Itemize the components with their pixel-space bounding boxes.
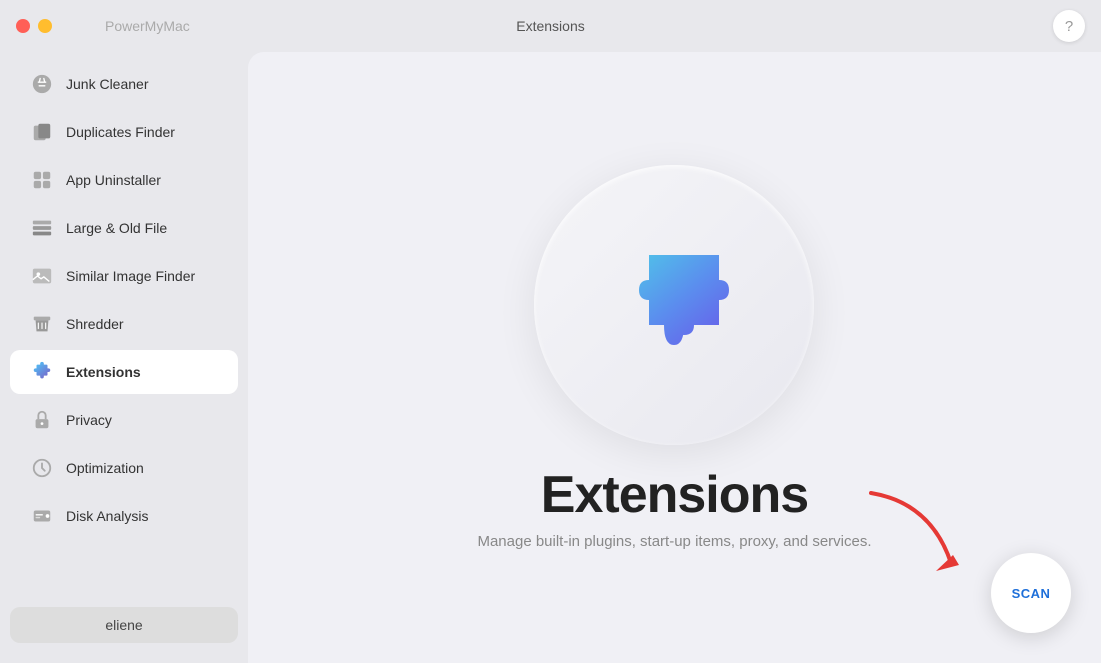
sidebar-item-privacy-label: Privacy xyxy=(66,412,112,428)
minimize-button[interactable] xyxy=(38,19,52,33)
sidebar-item-large-old-file[interactable]: Large & Old File xyxy=(10,206,238,250)
privacy-icon xyxy=(30,408,54,432)
page-title: Extensions xyxy=(541,465,808,525)
scan-button[interactable]: SCAN xyxy=(991,553,1071,633)
sidebar-item-junk-cleaner-label: Junk Cleaner xyxy=(66,76,149,92)
shredder-icon xyxy=(30,312,54,336)
traffic-lights xyxy=(16,19,52,33)
main-layout: Junk Cleaner Duplicates Finder App U xyxy=(0,52,1101,663)
header-title: Extensions xyxy=(516,18,584,34)
close-button[interactable] xyxy=(16,19,30,33)
user-button[interactable]: eliene xyxy=(10,607,238,643)
similar-image-finder-icon xyxy=(30,264,54,288)
app-name: PowerMyMac xyxy=(105,18,190,34)
sidebar: Junk Cleaner Duplicates Finder App U xyxy=(0,52,248,663)
duplicates-finder-icon xyxy=(30,120,54,144)
arrow-container xyxy=(851,483,971,583)
large-old-file-icon xyxy=(30,216,54,240)
sidebar-item-optimization-label: Optimization xyxy=(66,460,144,476)
titlebar: PowerMyMac Extensions ? xyxy=(0,0,1101,52)
sidebar-item-shredder[interactable]: Shredder xyxy=(10,302,238,346)
help-button[interactable]: ? xyxy=(1053,10,1085,42)
content-area: Extensions Manage built-in plugins, star… xyxy=(248,52,1101,663)
sidebar-item-large-old-file-label: Large & Old File xyxy=(66,220,167,236)
sidebar-item-extensions-label: Extensions xyxy=(66,364,141,380)
junk-cleaner-icon xyxy=(30,72,54,96)
optimization-icon xyxy=(30,456,54,480)
sidebar-item-similar-image-finder-label: Similar Image Finder xyxy=(66,268,195,284)
disk-analysis-icon xyxy=(30,504,54,528)
sidebar-item-duplicates-finder[interactable]: Duplicates Finder xyxy=(10,110,238,154)
user-section: eliene xyxy=(0,595,248,655)
app-uninstaller-icon xyxy=(30,168,54,192)
scan-arrow xyxy=(851,483,971,583)
sidebar-item-junk-cleaner[interactable]: Junk Cleaner xyxy=(10,62,238,106)
sidebar-item-app-uninstaller-label: App Uninstaller xyxy=(66,172,161,188)
sidebar-item-extensions[interactable]: Extensions xyxy=(10,350,238,394)
puzzle-icon xyxy=(594,225,754,385)
sidebar-item-shredder-label: Shredder xyxy=(66,316,124,332)
sidebar-item-disk-analysis[interactable]: Disk Analysis xyxy=(10,494,238,538)
icon-circle xyxy=(534,165,814,445)
sidebar-item-disk-analysis-label: Disk Analysis xyxy=(66,508,148,524)
sidebar-item-optimization[interactable]: Optimization xyxy=(10,446,238,490)
extensions-icon xyxy=(30,360,54,384)
content-inner: Extensions Manage built-in plugins, star… xyxy=(477,165,871,550)
sidebar-item-app-uninstaller[interactable]: App Uninstaller xyxy=(10,158,238,202)
sidebar-item-duplicates-finder-label: Duplicates Finder xyxy=(66,124,175,140)
sidebar-item-similar-image-finder[interactable]: Similar Image Finder xyxy=(10,254,238,298)
page-subtitle: Manage built-in plugins, start-up items,… xyxy=(477,533,871,550)
sidebar-item-privacy[interactable]: Privacy xyxy=(10,398,238,442)
